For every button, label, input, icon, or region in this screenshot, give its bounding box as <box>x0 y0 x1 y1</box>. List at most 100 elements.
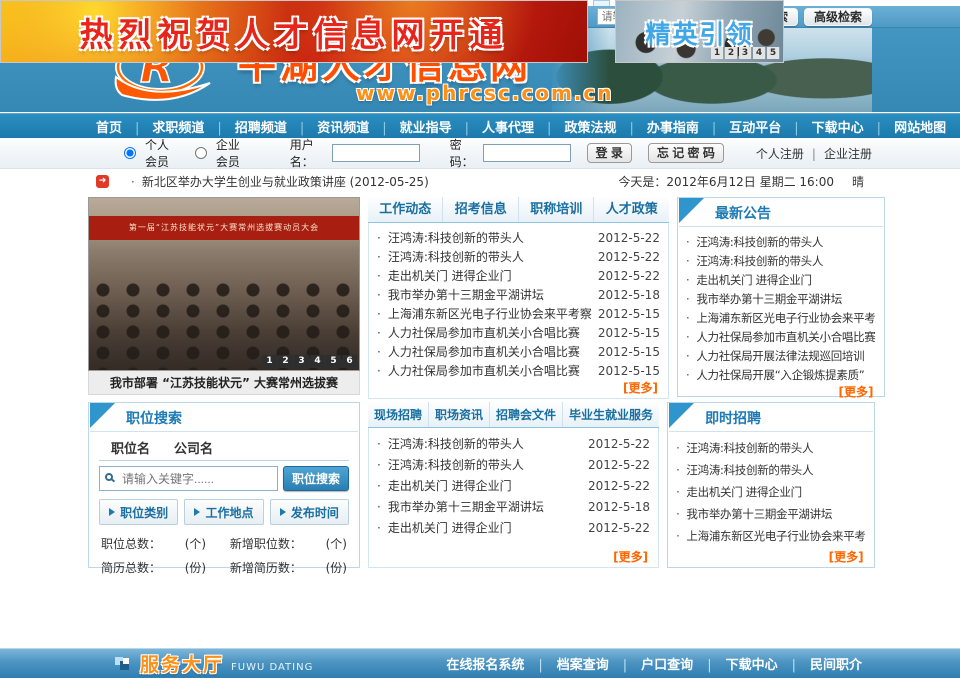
weather: 晴 <box>852 173 864 190</box>
instant-recruit-link[interactable]: 汪鸿涛:科技创新的带头人 <box>686 440 865 456</box>
job-search-button[interactable]: 职位搜索 <box>283 466 349 491</box>
personal-member-radio[interactable] <box>124 147 136 159</box>
instant-recruit-link[interactable]: 上海浦东新区光电子行业协会来平考 <box>686 528 865 544</box>
news-date: 2012-5-18 <box>598 288 660 302</box>
instant-recruit-item: · 汪鸿涛:科技创新的带头人 <box>676 459 866 481</box>
announcement-link[interactable]: 走出机关门 进得企业门 <box>696 272 875 288</box>
panel-corner-decoration <box>90 403 115 428</box>
recruit-news-tab[interactable]: 职场资讯 <box>429 402 490 427</box>
announcement-link[interactable]: 人力社保局开展“入企锻炼提素质” <box>696 367 875 383</box>
nav-item[interactable]: 办事指南 <box>616 117 698 136</box>
work-news-tab[interactable]: 招考信息 <box>443 197 518 222</box>
banner-page-button[interactable]: 3 <box>739 47 752 59</box>
announcement-link[interactable]: 人力社保局参加市直机关小合唱比赛 <box>696 329 875 345</box>
work-news-tab[interactable]: 人才政策 <box>594 197 668 222</box>
nav-item[interactable]: 资讯频道 <box>287 117 369 136</box>
nav-item[interactable]: 网站地图 <box>864 117 946 136</box>
footer-menu-item[interactable]: 在线报名系统 <box>446 654 524 673</box>
announcement-link[interactable]: 我市举办第十三期金平湖讲坛 <box>696 291 875 307</box>
work-news-more-link[interactable]: [更多] <box>369 380 668 398</box>
news-title-link[interactable]: 我市举办第十三期金平湖讲坛 <box>388 286 592 303</box>
recruit-news-tab[interactable]: 现场招聘 <box>368 402 429 427</box>
recruit-news-tab[interactable]: 毕业生就业服务 <box>563 402 659 427</box>
photo-page-button[interactable]: 1 <box>262 355 277 368</box>
forgot-password-button[interactable]: 忘 记 密 码 <box>648 143 724 163</box>
nav-item[interactable]: 互动平台 <box>699 117 781 136</box>
username-field[interactable] <box>332 144 420 162</box>
job-filter-button[interactable]: 工作地点 <box>184 499 263 525</box>
announcement-link[interactable]: 上海浦东新区光电子行业协会来平考 <box>696 310 875 326</box>
recruit-news-more-link[interactable]: [更多] <box>369 549 658 567</box>
news-title-link[interactable]: 我市举办第十三期金平湖讲坛 <box>388 498 582 515</box>
news-date: 2012-5-22 <box>588 479 650 493</box>
footer-menu-item[interactable]: 民间职介 <box>778 654 862 673</box>
photo-page-button[interactable]: 4 <box>310 355 325 368</box>
announcement-link[interactable]: 汪鸿涛:科技创新的带头人 <box>696 253 875 269</box>
personal-member-label[interactable]: 个人会员 <box>145 136 181 170</box>
photo-page-button[interactable]: 2 <box>278 355 293 368</box>
company-member-label[interactable]: 企业会员 <box>216 136 252 170</box>
footer-menu-item[interactable]: 档案查询 <box>524 654 608 673</box>
work-news-tab[interactable]: 工作动态 <box>368 197 443 222</box>
news-title-link[interactable]: 走出机关门 进得企业门 <box>388 477 582 494</box>
announcement-link[interactable]: 汪鸿涛:科技创新的带头人 <box>696 234 875 250</box>
news-title-link[interactable]: 汪鸿涛:科技创新的带头人 <box>388 229 592 246</box>
announcements-more-link[interactable]: [更多] <box>678 384 884 402</box>
nav-item[interactable]: 求职频道 <box>122 117 204 136</box>
login-button[interactable]: 登 录 <box>587 143 632 163</box>
instant-recruit-link[interactable]: 走出机关门 进得企业门 <box>686 484 865 500</box>
news-title-link[interactable]: 人力社保局参加市直机关小合唱比赛 <box>388 362 592 379</box>
instant-recruit-more-link[interactable]: [更多] <box>668 549 874 567</box>
nav-item[interactable]: 下载中心 <box>781 117 863 136</box>
elite-banner[interactable]: 精英引领 12345 <box>615 0 784 63</box>
instant-recruit-link[interactable]: 我市举办第十三期金平湖讲坛 <box>686 506 865 522</box>
job-search-tab[interactable]: 公司名 <box>162 439 225 460</box>
nav-item[interactable]: 招聘频道 <box>204 117 286 136</box>
banner-page-button[interactable]: 4 <box>753 47 766 59</box>
news-title-link[interactable]: 人力社保局参加市直机关小合唱比赛 <box>388 343 592 360</box>
job-filter-button[interactable]: 职位类别 <box>99 499 178 525</box>
announcement-link[interactable]: 人力社保局开展法律法规巡回培训 <box>696 348 875 364</box>
news-title-link[interactable]: 汪鸿涛:科技创新的带头人 <box>388 435 582 452</box>
news-date: 2012-5-22 <box>588 521 650 535</box>
news-title-link[interactable]: 汪鸿涛:科技创新的带头人 <box>388 456 582 473</box>
news-title-link[interactable]: 人力社保局参加市直机关小合唱比赛 <box>388 324 592 341</box>
work-news-tab[interactable]: 职称培训 <box>519 197 594 222</box>
banner-page-button[interactable]: 1 <box>711 47 724 59</box>
job-keyword-input[interactable] <box>99 466 278 491</box>
bullet-icon: · <box>377 500 381 514</box>
footer-menu-item[interactable]: 下载中心 <box>693 654 777 673</box>
job-filter-button[interactable]: 发布时间 <box>270 499 349 525</box>
bullet-icon: · <box>676 463 679 477</box>
photo-page-button[interactable]: 6 <box>342 355 357 368</box>
news-photo[interactable]: 第一届“江苏技能状元”大赛常州选拔赛动员大会 123456 <box>88 197 360 371</box>
password-field[interactable] <box>483 144 571 162</box>
company-member-radio[interactable] <box>195 147 207 159</box>
footer-menu-item[interactable]: 户口查询 <box>609 654 693 673</box>
recruit-news-tab[interactable]: 招聘会文件 <box>490 402 563 427</box>
banner-page-button[interactable]: 2 <box>725 47 738 59</box>
news-title-link[interactable]: 走出机关门 进得企业门 <box>388 267 592 284</box>
news-title-link[interactable]: 上海浦东新区光电子行业协会来平考察 <box>388 305 592 322</box>
nav-item[interactable]: 就业指导 <box>369 117 451 136</box>
news-title-link[interactable]: 走出机关门 进得企业门 <box>388 519 582 536</box>
advanced-search-button[interactable]: 高级检索 <box>804 8 872 26</box>
register-link[interactable]: 个人注册 <box>756 145 804 162</box>
news-title-link[interactable]: 汪鸿涛:科技创新的带头人 <box>388 248 592 265</box>
job-stat-value: (个) <box>326 535 347 552</box>
nav-item[interactable]: 首页 <box>96 117 122 136</box>
announcement-item: · 人力社保局开展“入企锻炼提素质” <box>686 365 876 384</box>
celebration-banner[interactable]: 热烈祝贺人才信息网开通 <box>0 0 588 63</box>
photo-caption[interactable]: 我市部署 “江苏技能状元” 大赛常州选拔赛 <box>88 371 360 395</box>
ticker-news-link[interactable]: 新北区举办大学生创业与就业政策讲座 (2012-05-25) <box>131 173 429 190</box>
announcement-item: · 人力社保局开展法律法规巡回培训 <box>686 346 876 365</box>
register-link[interactable]: 企业注册 <box>804 145 872 162</box>
photo-page-button[interactable]: 3 <box>294 355 309 368</box>
job-search-tab[interactable]: 职位名 <box>99 439 162 460</box>
nav-item[interactable]: 人事代理 <box>452 117 534 136</box>
instant-recruit-link[interactable]: 汪鸿涛:科技创新的带头人 <box>686 462 865 478</box>
nav-item[interactable]: 政策法规 <box>534 117 616 136</box>
arrow-right-icon <box>109 508 115 516</box>
photo-page-button[interactable]: 5 <box>326 355 341 368</box>
banner-page-button[interactable]: 5 <box>767 47 780 59</box>
